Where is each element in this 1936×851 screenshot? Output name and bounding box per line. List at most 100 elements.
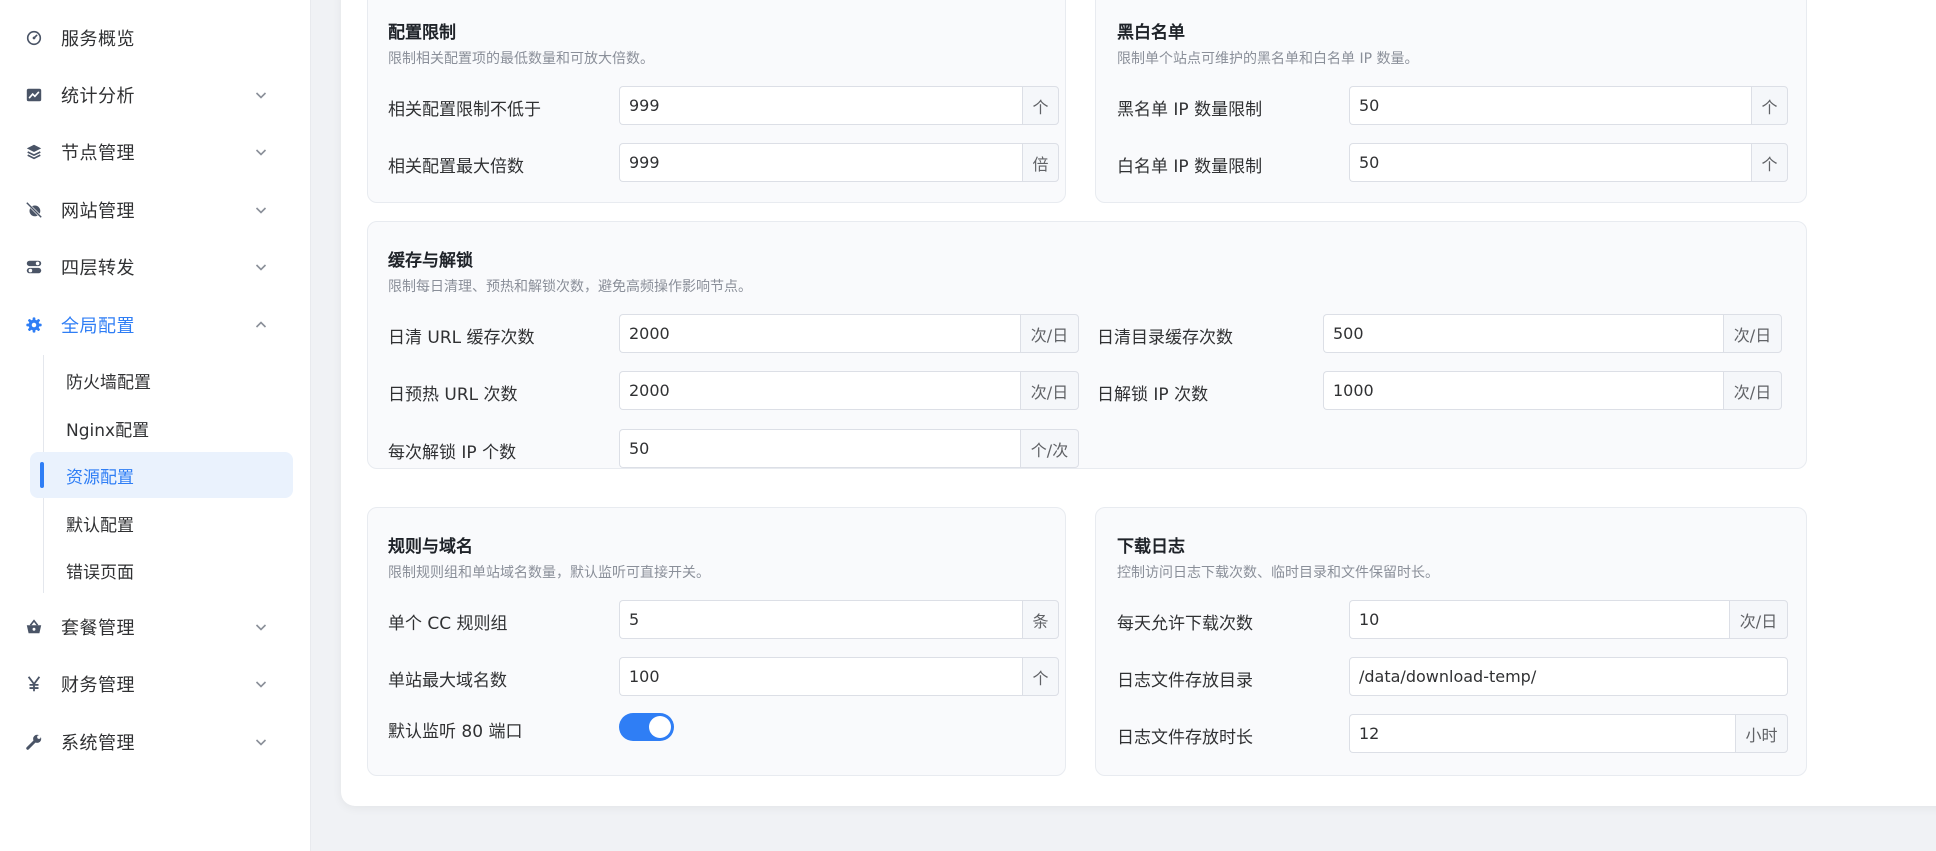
sidebar-subitem-nginx[interactable]: Nginx配置 xyxy=(30,405,293,451)
toggle-knob xyxy=(649,716,671,738)
panel-description: 限制单个站点可维护的黑名单和白名单 IP 数量。 xyxy=(1117,51,1419,67)
active-indicator xyxy=(40,462,44,488)
cc-rule-group-input[interactable] xyxy=(619,600,1022,639)
chevron-down-icon xyxy=(255,207,267,214)
sidebar-subitem-label: Nginx配置 xyxy=(66,420,150,441)
config-min-limit-input[interactable] xyxy=(619,86,1022,125)
sidebar-item-websites[interactable]: 网站管理 xyxy=(0,185,311,235)
sidebar-item-nodes[interactable]: 节点管理 xyxy=(0,127,311,177)
panel-title: 配置限制 xyxy=(388,23,456,43)
basket-icon xyxy=(24,617,44,637)
wrench-icon xyxy=(24,732,44,752)
field-label: 日预热 URL 次数 xyxy=(388,385,518,405)
unit-suffix: 次/日 xyxy=(1723,371,1782,410)
field-label: 日清目录缓存次数 xyxy=(1097,328,1233,348)
config-max-multiplier-input[interactable] xyxy=(619,143,1022,182)
sidebar-item-analytics[interactable]: 统计分析 xyxy=(0,70,311,120)
sidebar-item-packages[interactable]: 套餐管理 xyxy=(0,602,311,652)
panel-title: 缓存与解锁 xyxy=(388,251,473,271)
sidebar-item-global-config[interactable]: 全局配置 xyxy=(0,300,311,350)
daily-download-count-input[interactable] xyxy=(1349,600,1729,639)
unit-suffix: 个 xyxy=(1022,86,1059,125)
panel-download-logs: 下载日志 控制访问日志下载次数、临时目录和文件保留时长。 每天允许下载次数 次/… xyxy=(1095,507,1807,776)
sidebar-subitem-default[interactable]: 默认配置 xyxy=(30,500,293,546)
panel-config-limit: 配置限制 限制相关配置项的最低数量和可放大倍数。 相关配置限制不低于 个 相关配… xyxy=(367,0,1066,203)
chevron-down-icon xyxy=(255,739,267,746)
dashboard-icon xyxy=(24,28,44,48)
log-dir-input[interactable] xyxy=(1349,657,1788,696)
sidebar-subitem-resource[interactable]: 资源配置 xyxy=(30,452,293,498)
toggle-icon xyxy=(24,257,44,277)
chevron-down-icon xyxy=(255,149,267,156)
sidebar-item-label: 财务管理 xyxy=(61,675,135,696)
sidebar-item-overview[interactable]: 服务概览 xyxy=(0,13,311,63)
field-label: 黑名单 IP 数量限制 xyxy=(1117,100,1263,120)
panel-description: 限制每日清理、预热和解锁次数，避免高频操作影响节点。 xyxy=(388,279,752,295)
field-label: 每次解锁 IP 个数 xyxy=(388,443,517,463)
field-label: 白名单 IP 数量限制 xyxy=(1117,157,1263,177)
sidebar-item-system[interactable]: 系统管理 xyxy=(0,717,311,767)
sidebar: 服务概览 统计分析 节点管理 网站管理 四层转发 全局配置 防火墙配置 Ngin… xyxy=(0,0,311,851)
chevron-up-icon xyxy=(255,321,267,328)
field-label: 单个 CC 规则组 xyxy=(388,614,508,634)
blacklist-ip-limit-input[interactable] xyxy=(1349,86,1751,125)
chevron-down-icon xyxy=(255,92,267,99)
daily-preheat-url-input[interactable] xyxy=(619,371,1020,410)
panel-cache-unlock: 缓存与解锁 限制每日清理、预热和解锁次数，避免高频操作影响节点。 日清 URL … xyxy=(367,221,1807,469)
max-domains-input[interactable] xyxy=(619,657,1022,696)
chevron-down-icon xyxy=(255,624,267,631)
sidebar-subitem-label: 错误页面 xyxy=(66,562,134,583)
gear-icon xyxy=(24,315,44,335)
unit-suffix: 个 xyxy=(1751,86,1788,125)
sidebar-item-label: 全局配置 xyxy=(61,316,135,337)
panel-rules-domains: 规则与域名 限制规则组和单站域名数量，默认监听可直接开关。 单个 CC 规则组 … xyxy=(367,507,1066,776)
panel-title: 黑白名单 xyxy=(1117,23,1185,43)
field-label: 单站最大域名数 xyxy=(388,671,507,691)
daily-purge-dir-input[interactable] xyxy=(1323,314,1723,353)
sidebar-subitem-error-pages[interactable]: 错误页面 xyxy=(30,547,293,593)
field-label: 每天允许下载次数 xyxy=(1117,614,1253,634)
listen-80-toggle[interactable] xyxy=(619,713,674,741)
unit-suffix: 个 xyxy=(1751,143,1788,182)
unit-suffix: 次/日 xyxy=(1723,314,1782,353)
sidebar-item-finance[interactable]: 财务管理 xyxy=(0,659,311,709)
panel-description: 限制相关配置项的最低数量和可放大倍数。 xyxy=(388,51,654,67)
sidebar-subitem-label: 资源配置 xyxy=(66,467,134,488)
log-retention-input[interactable] xyxy=(1349,714,1735,753)
sidebar-item-label: 套餐管理 xyxy=(61,618,135,639)
sidebar-subitem-label: 默认配置 xyxy=(66,515,134,536)
globe-off-icon xyxy=(24,200,44,220)
sidebar-item-label: 服务概览 xyxy=(61,29,135,50)
unit-suffix: 次/日 xyxy=(1020,314,1079,353)
panel-description: 控制访问日志下载次数、临时目录和文件保留时长。 xyxy=(1117,565,1439,581)
field-label: 默认监听 80 端口 xyxy=(388,722,523,742)
sidebar-item-label: 节点管理 xyxy=(61,143,135,164)
sidebar-item-label: 网站管理 xyxy=(61,201,135,222)
unit-suffix: 倍 xyxy=(1022,143,1059,182)
yen-icon xyxy=(24,674,44,694)
field-label: 相关配置最大倍数 xyxy=(388,157,524,177)
panel-title: 下载日志 xyxy=(1117,537,1185,557)
unit-suffix: 次/日 xyxy=(1020,371,1079,410)
sidebar-item-label: 四层转发 xyxy=(61,258,135,279)
daily-purge-url-input[interactable] xyxy=(619,314,1020,353)
resource-config-card: 配置限制 限制相关配置项的最低数量和可放大倍数。 相关配置限制不低于 个 相关配… xyxy=(341,0,1936,806)
layers-icon xyxy=(24,142,44,162)
field-label: 日解锁 IP 次数 xyxy=(1097,385,1209,405)
chevron-down-icon xyxy=(255,681,267,688)
unlock-ip-per-time-input[interactable] xyxy=(619,429,1020,468)
sidebar-item-label: 统计分析 xyxy=(61,86,135,107)
sidebar-subitem-firewall[interactable]: 防火墙配置 xyxy=(30,357,293,403)
unit-suffix: 条 xyxy=(1022,600,1059,639)
whitelist-ip-limit-input[interactable] xyxy=(1349,143,1751,182)
sidebar-item-l4-forward[interactable]: 四层转发 xyxy=(0,242,311,292)
sidebar-item-label: 系统管理 xyxy=(61,733,135,754)
daily-unlock-ip-input[interactable] xyxy=(1323,371,1723,410)
field-label: 日志文件存放目录 xyxy=(1117,671,1253,691)
unit-suffix: 个 xyxy=(1022,657,1059,696)
panel-title: 规则与域名 xyxy=(388,537,473,557)
chevron-down-icon xyxy=(255,264,267,271)
unit-suffix: 次/日 xyxy=(1729,600,1788,639)
panel-description: 限制规则组和单站域名数量，默认监听可直接开关。 xyxy=(388,565,710,581)
unit-suffix: 小时 xyxy=(1735,714,1788,753)
